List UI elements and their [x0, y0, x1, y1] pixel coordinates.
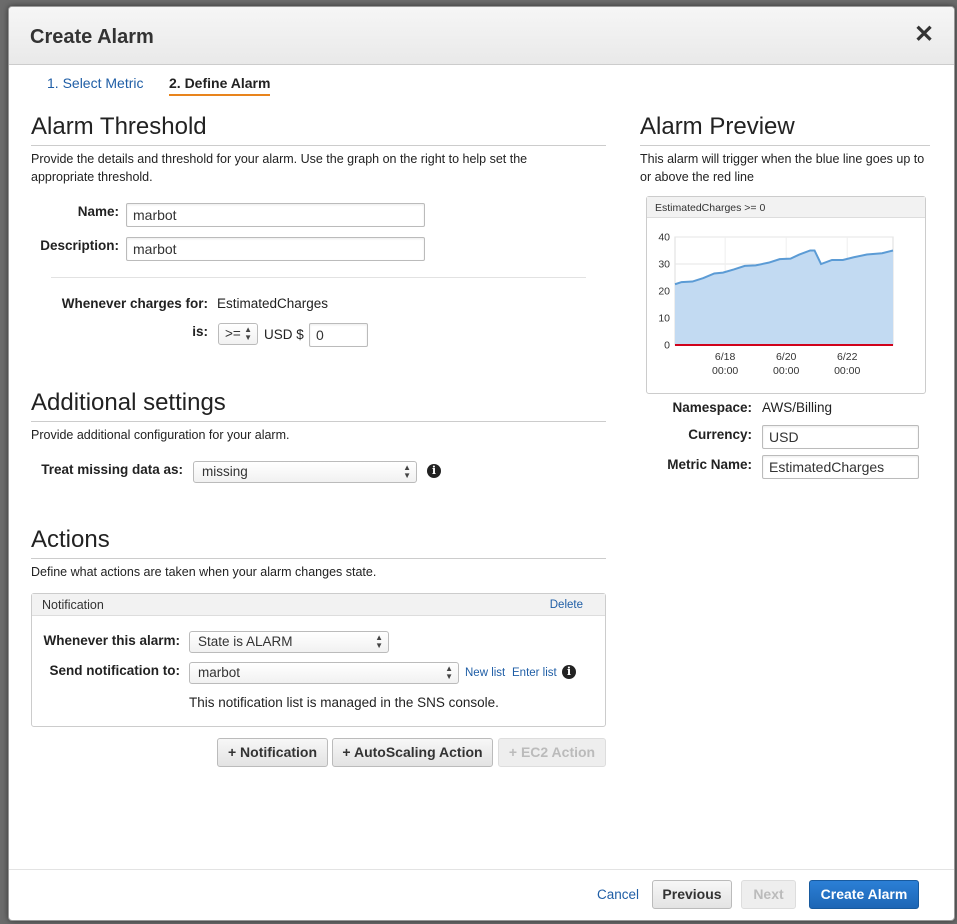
- missing-data-value: missing: [202, 464, 248, 479]
- chart-header: EstimatedCharges >= 0: [647, 197, 925, 218]
- missing-data-label: Treat missing data as:: [41, 462, 183, 477]
- y-tick-label: 0: [664, 340, 670, 352]
- alarm-threshold-description: Provide the details and threshold for yo…: [31, 152, 528, 184]
- actions-description: Define what actions are taken when your …: [31, 565, 377, 579]
- close-icon[interactable]: ✕: [912, 23, 936, 47]
- dialog-title: Create Alarm: [30, 26, 154, 48]
- name-label: Name:: [77, 204, 119, 219]
- enter-list-link[interactable]: Enter list: [512, 667, 557, 679]
- alarm-preview-description: This alarm will trigger when the blue li…: [640, 152, 925, 184]
- notification-header: Notification Delete: [32, 594, 605, 616]
- x-tick-date: 6/22: [837, 351, 858, 363]
- operator-value: >=: [225, 326, 241, 341]
- x-tick-time: 00:00: [712, 365, 738, 377]
- chart-plot: 40 30 20 10 0 6/18 00:00 6/20 00:00 6/22 00:00: [658, 232, 894, 377]
- notification-topic-select[interactable]: marbot ▲ ▼: [189, 662, 459, 684]
- select-arrows-icon: ▲ ▼: [403, 463, 411, 480]
- alarm-state-value: State is ALARM: [198, 634, 293, 649]
- namespace-value: AWS/Billing: [762, 400, 833, 415]
- select-arrows-icon: ▲ ▼: [445, 664, 453, 681]
- select-arrows-icon: ▲ ▼: [244, 325, 252, 342]
- whenever-alarm-label: Whenever this alarm:: [43, 633, 180, 648]
- cancel-link[interactable]: Cancel: [597, 887, 639, 902]
- create-alarm-button[interactable]: Create Alarm: [809, 880, 919, 909]
- description-label: Description:: [40, 238, 119, 253]
- step-select-metric[interactable]: 1. Select Metric: [47, 75, 143, 91]
- is-label: is:: [192, 324, 208, 339]
- divider: [31, 558, 606, 559]
- send-notification-label: Send notification to:: [49, 663, 181, 678]
- additional-settings-heading: Additional settings: [31, 389, 226, 416]
- additional-settings-description: Provide additional configuration for you…: [31, 428, 290, 442]
- alarm-preview-heading: Alarm Preview: [640, 113, 795, 140]
- x-tick-date: 6/18: [715, 351, 736, 363]
- delete-link[interactable]: Delete: [550, 599, 583, 611]
- alarm-threshold-heading: Alarm Threshold: [31, 113, 207, 140]
- add-notification-button[interactable]: + Notification: [217, 738, 328, 767]
- divider: [31, 421, 606, 422]
- divider: [51, 277, 586, 278]
- divider: [640, 145, 930, 146]
- notification-panel: Notification Delete Whenever this alarm:…: [31, 593, 606, 727]
- new-list-link[interactable]: New list: [465, 667, 505, 679]
- chart-title: EstimatedCharges >= 0: [655, 202, 766, 214]
- currency-input[interactable]: [762, 425, 919, 449]
- namespace-label: Namespace:: [672, 400, 752, 415]
- operator-select[interactable]: >= ▲ ▼: [218, 323, 258, 345]
- info-icon[interactable]: i: [427, 464, 441, 478]
- actions-heading: Actions: [31, 526, 110, 553]
- y-tick-label: 20: [658, 286, 670, 298]
- dialog-header: Create Alarm ✕: [9, 7, 954, 65]
- metric-name-label: Metric Name:: [667, 457, 752, 472]
- footer-divider: [9, 869, 954, 870]
- description-input[interactable]: [126, 237, 425, 261]
- preview-chart: EstimatedCharges >= 0 40 30 20 10 0 6/18 00:00…: [646, 196, 926, 394]
- threshold-input[interactable]: [309, 323, 368, 347]
- x-tick-date: 6/20: [776, 351, 797, 363]
- info-icon[interactable]: i: [562, 665, 576, 679]
- x-tick-time: 00:00: [834, 365, 860, 377]
- alarm-state-select[interactable]: State is ALARM ▲ ▼: [189, 631, 389, 653]
- add-ec2-action-button[interactable]: + EC2 Action: [498, 738, 606, 767]
- metric-name-input[interactable]: [762, 455, 919, 479]
- sns-managed-note: This notification list is managed in the…: [189, 695, 499, 710]
- next-button[interactable]: Next: [741, 880, 796, 909]
- name-input[interactable]: [126, 203, 425, 227]
- step-define-alarm[interactable]: 2. Define Alarm: [169, 75, 271, 96]
- divider: [31, 145, 606, 146]
- currency-label: Currency:: [688, 427, 752, 442]
- whenever-charges-value: EstimatedCharges: [217, 296, 329, 311]
- notification-title: Notification: [42, 598, 104, 612]
- notification-topic-value: marbot: [198, 665, 241, 680]
- previous-button[interactable]: Previous: [652, 880, 732, 909]
- add-autoscaling-action-button[interactable]: + AutoScaling Action: [332, 738, 493, 767]
- y-tick-label: 10: [658, 313, 670, 325]
- select-arrows-icon: ▲ ▼: [375, 633, 383, 650]
- x-tick-time: 00:00: [773, 365, 799, 377]
- whenever-charges-label: Whenever charges for:: [61, 296, 208, 311]
- create-alarm-dialog: Create Alarm ✕ 1. Select Metric 2. Defin…: [8, 6, 955, 921]
- missing-data-select[interactable]: missing ▲ ▼: [193, 461, 417, 483]
- y-tick-label: 30: [658, 259, 670, 271]
- currency-prefix: USD $: [264, 327, 304, 342]
- y-tick-label: 40: [658, 232, 670, 244]
